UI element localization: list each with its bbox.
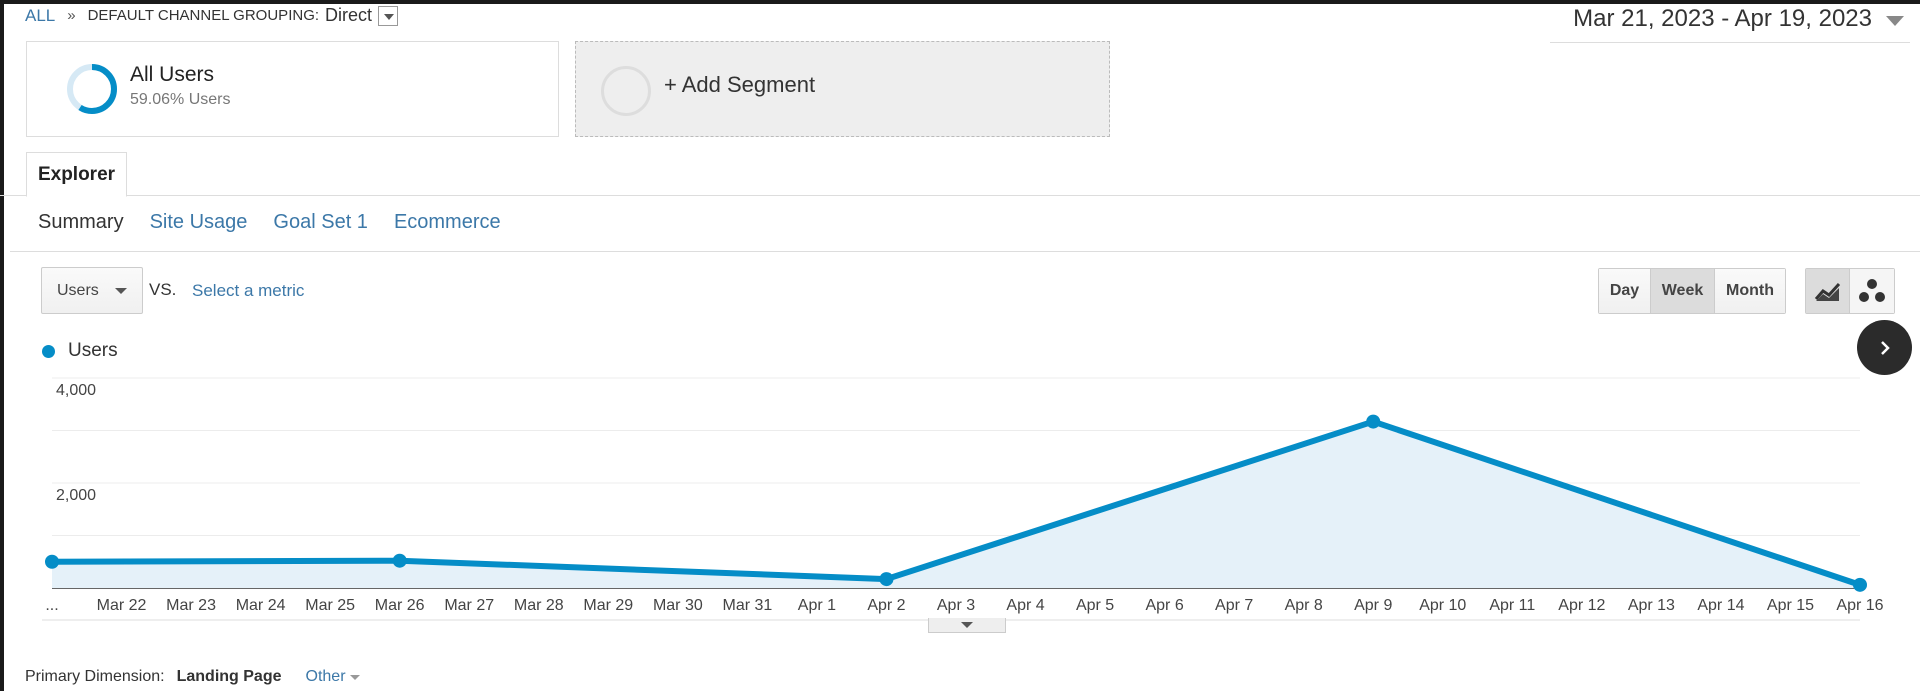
- vs-label: VS.: [149, 280, 177, 299]
- y-tick-label: 4,000: [56, 382, 96, 399]
- tab-explorer[interactable]: Explorer: [26, 152, 127, 197]
- segment-card-all-users[interactable]: All Users 59.06% Users: [26, 41, 559, 137]
- primary-dimension-bar: Primary Dimension: Landing Page Other: [25, 668, 360, 686]
- data-point: [45, 554, 59, 569]
- x-tick-label: Mar 31: [722, 597, 772, 614]
- x-tick-label: Apr 16: [1836, 597, 1883, 614]
- y-tick-label: 2,000: [56, 487, 96, 504]
- chart-collapse-button[interactable]: [928, 618, 1006, 633]
- period-selector: Day Week Month: [1598, 268, 1786, 314]
- x-tick-label: Mar 26: [375, 597, 425, 614]
- x-tick-label: Mar 30: [653, 597, 703, 614]
- report-subtabs: Summary Site Usage Goal Set 1 Ecommerce: [38, 211, 527, 234]
- date-range-picker[interactable]: Mar 21, 2023 - Apr 19, 2023: [1550, 5, 1910, 43]
- chart-svg: 4,000 2,000... Mar 22 Mar 23 Mar 24 Mar 25 Mar…: [42, 377, 1884, 621]
- metric-dropdown[interactable]: Users: [41, 267, 143, 314]
- users-chart: 4,000 2,000... Mar 22 Mar 23 Mar 24 Mar 25 Mar…: [0, 370, 1920, 635]
- breadcrumb-value: Direct: [325, 5, 373, 25]
- x-tick-label: Mar 23: [166, 597, 216, 614]
- segment-subtitle: 59.06% Users: [130, 91, 231, 108]
- segment-title: All Users: [130, 63, 215, 86]
- add-segment-label: + Add Segment: [664, 72, 816, 97]
- x-tick-label: Apr 6: [1145, 597, 1183, 614]
- x-tick-label: Mar 27: [444, 597, 494, 614]
- segment-donut-icon: [67, 64, 117, 114]
- x-tick-label: Apr 2: [867, 597, 905, 614]
- x-tick-label: Apr 10: [1419, 597, 1466, 614]
- x-tick-label: Mar 25: [305, 597, 355, 614]
- next-panel-button[interactable]: [1857, 320, 1912, 375]
- subtab-ecommerce[interactable]: Ecommerce: [394, 211, 501, 234]
- data-point: [1366, 414, 1381, 429]
- tab-divider: [0, 195, 1920, 196]
- subtab-site-usage[interactable]: Site Usage: [150, 211, 248, 234]
- data-point: [1853, 577, 1867, 592]
- primary-dimension-label: Primary Dimension:: [25, 668, 165, 685]
- x-tick-label: Mar 22: [97, 597, 147, 614]
- chart-legend: Users: [42, 340, 118, 362]
- x-tick-label: Apr 1: [798, 597, 836, 614]
- chevron-right-icon: [1880, 340, 1890, 355]
- metric-dropdown-label: Users: [57, 281, 99, 299]
- x-tick-label: Apr 3: [937, 597, 975, 614]
- subtab-divider: [10, 251, 1920, 252]
- primary-dimension-value: Landing Page: [176, 668, 282, 685]
- x-tick-label: Apr 12: [1558, 597, 1605, 614]
- breadcrumb-all-link[interactable]: ALL: [25, 6, 55, 26]
- data-point: [879, 572, 894, 587]
- date-range-text: Mar 21, 2023 - Apr 19, 2023: [1573, 5, 1872, 32]
- line-chart-icon: [1814, 282, 1840, 301]
- line-chart-button[interactable]: [1806, 269, 1850, 313]
- x-tick-label: ...: [45, 597, 58, 614]
- primary-dimension-other-dropdown[interactable]: Other: [306, 668, 360, 686]
- caret-down-icon: [114, 287, 127, 294]
- x-tick-label: Apr 8: [1285, 597, 1323, 614]
- motion-chart-button[interactable]: [1850, 269, 1894, 313]
- add-segment-button[interactable]: + Add Segment: [575, 41, 1110, 137]
- x-tick-label: Apr 9: [1354, 597, 1392, 614]
- period-week-button[interactable]: Week: [1651, 269, 1715, 313]
- select-metric-link[interactable]: Select a metric: [192, 281, 304, 301]
- subtab-summary[interactable]: Summary: [38, 211, 124, 234]
- data-point: [392, 553, 407, 568]
- chart-type-selector: [1805, 268, 1895, 314]
- x-tick-label: Apr 13: [1628, 597, 1675, 614]
- add-segment-circle-icon: [601, 66, 651, 116]
- x-tick-label: Mar 24: [236, 597, 286, 614]
- period-day-button[interactable]: Day: [1599, 269, 1651, 313]
- top-border: [0, 0, 1920, 4]
- x-tick-label: Apr 11: [1489, 597, 1535, 614]
- x-tick-label: Apr 15: [1767, 597, 1814, 614]
- x-tick-label: Apr 14: [1697, 597, 1744, 614]
- x-tick-label: Apr 7: [1215, 597, 1253, 614]
- period-month-button[interactable]: Month: [1715, 269, 1785, 313]
- chevron-down-icon: [1886, 16, 1904, 26]
- breadcrumb-dropdown-button[interactable]: [378, 5, 399, 26]
- subtab-goal-set-1[interactable]: Goal Set 1: [273, 211, 368, 234]
- x-tick-label: Apr 4: [1006, 597, 1044, 614]
- breadcrumb-separator: »: [67, 7, 76, 24]
- breadcrumb-dimension: DEFAULT CHANNEL GROUPING:: [87, 7, 320, 24]
- breadcrumb: ALL » DEFAULT CHANNEL GROUPING: Direct: [25, 5, 399, 26]
- legend-label: Users: [68, 340, 118, 361]
- motion-chart-icon: [1859, 279, 1885, 302]
- x-tick-label: Apr 5: [1076, 597, 1114, 614]
- x-tick-label: Mar 28: [514, 597, 564, 614]
- x-tick-label: Mar 29: [583, 597, 633, 614]
- legend-dot-icon: [42, 344, 55, 358]
